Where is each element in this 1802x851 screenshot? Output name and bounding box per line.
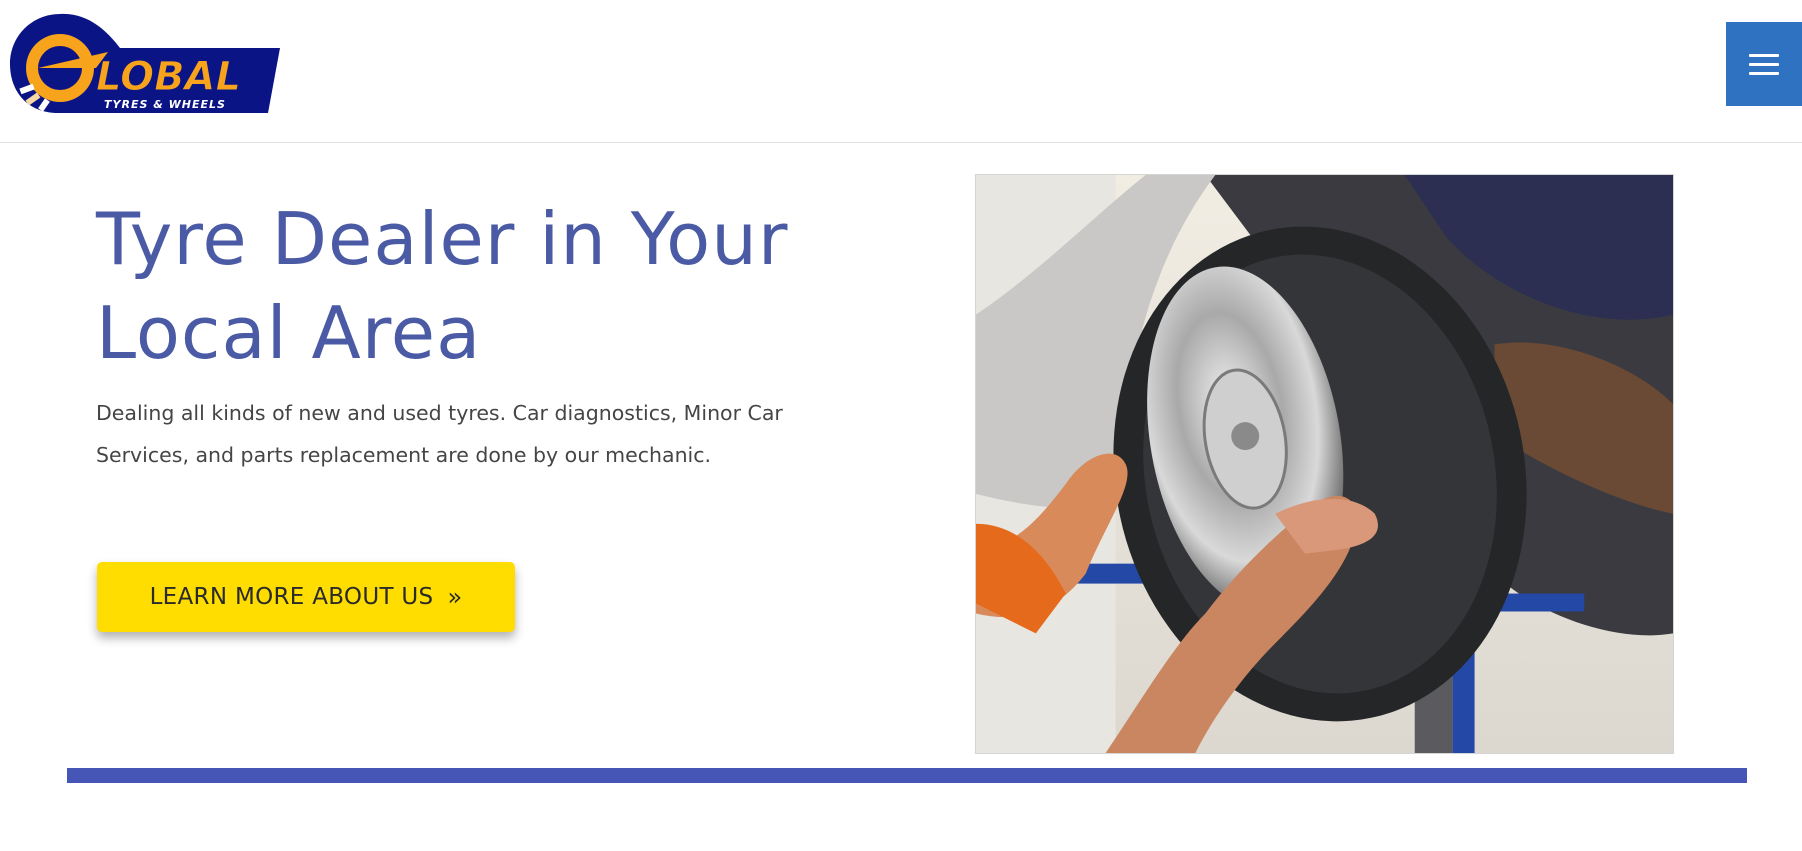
hero-title: Tyre Dealer in Your Local Area [96,197,789,375]
site-header: LOBAL TYRES & WHEELS [0,0,1802,143]
hamburger-menu-icon [1749,53,1779,75]
accent-divider [67,768,1747,783]
learn-more-label: LEARN MORE ABOUT US [149,584,434,610]
learn-more-button[interactable]: LEARN MORE ABOUT US » [97,562,515,632]
hero-description: Dealing all kinds of new and used tyres.… [96,401,783,467]
double-chevron-right-icon: » [447,583,463,611]
site-logo[interactable]: LOBAL TYRES & WHEELS [8,12,280,116]
global-tyres-logo-icon: LOBAL TYRES & WHEELS [10,13,280,113]
svg-text:TYRES & WHEELS: TYRES & WHEELS [104,98,226,111]
svg-text:LOBAL: LOBAL [96,54,241,100]
mechanic-tyre-illustration [976,175,1673,753]
menu-button[interactable] [1726,22,1802,106]
hero-image [975,174,1674,754]
